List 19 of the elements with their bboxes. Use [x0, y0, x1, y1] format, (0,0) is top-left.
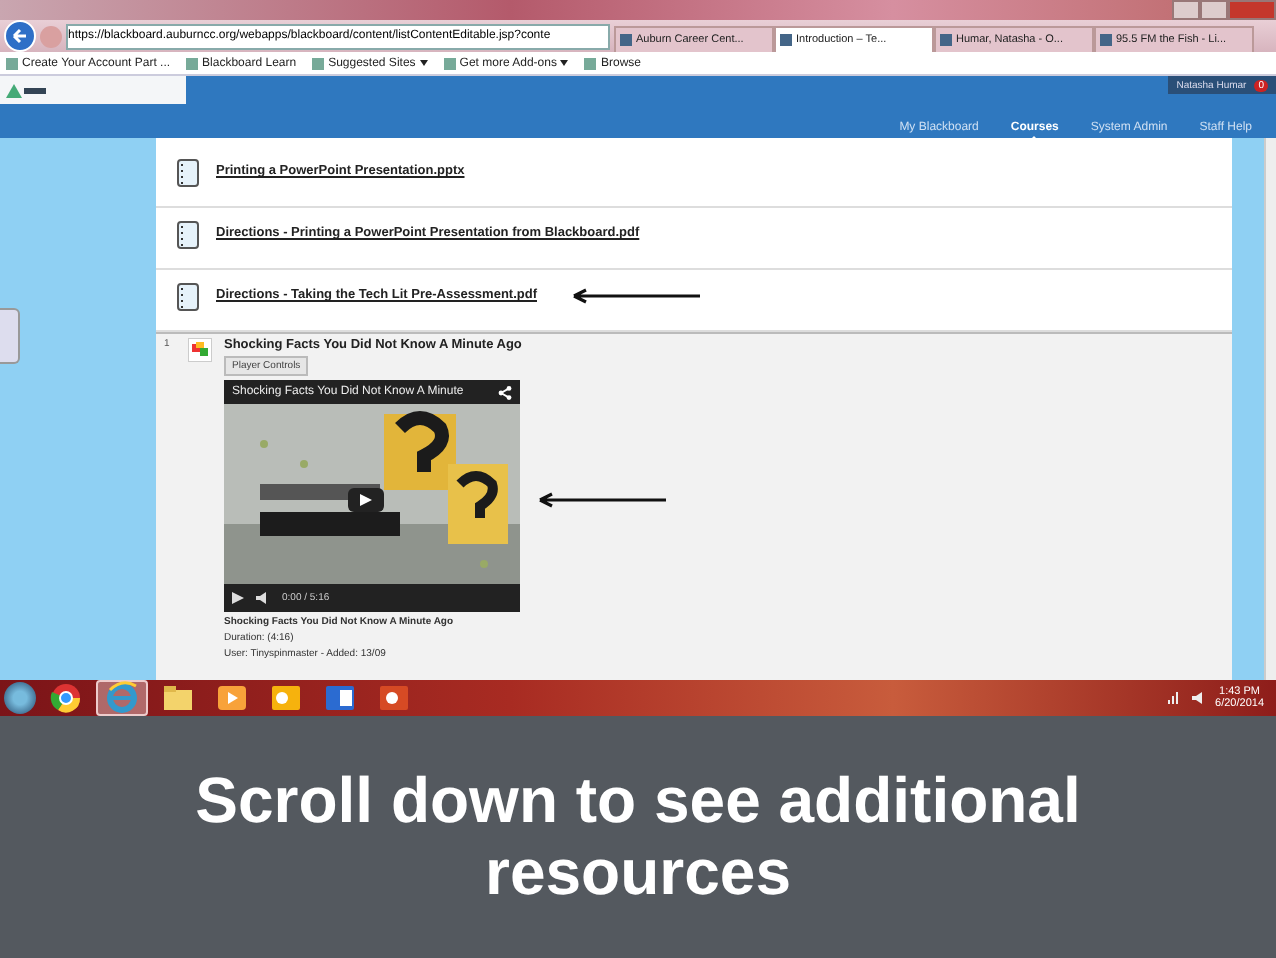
maximize-button[interactable]: [1200, 0, 1228, 20]
document-icon: [176, 282, 200, 312]
back-arrow-icon: [12, 28, 28, 44]
caret-icon: [419, 60, 428, 66]
volume-icon[interactable]: [1191, 692, 1206, 704]
network-icon[interactable]: [1167, 692, 1182, 704]
document-icon: [176, 158, 200, 188]
pointer-arrow: [569, 288, 701, 304]
back-button[interactable]: [4, 20, 36, 52]
slide-caption: Scroll down to see additional resources: [193, 764, 1083, 909]
play-icon[interactable]: [232, 592, 244, 604]
minimize-button[interactable]: [1172, 0, 1200, 20]
video-item-icon: [188, 338, 212, 362]
start-button[interactable]: [4, 682, 36, 714]
volume-icon[interactable]: [256, 592, 270, 604]
share-icon[interactable]: [498, 385, 512, 399]
caret-icon: [560, 60, 569, 66]
scrollbar[interactable]: [1264, 138, 1276, 680]
document-icon: [176, 220, 200, 250]
